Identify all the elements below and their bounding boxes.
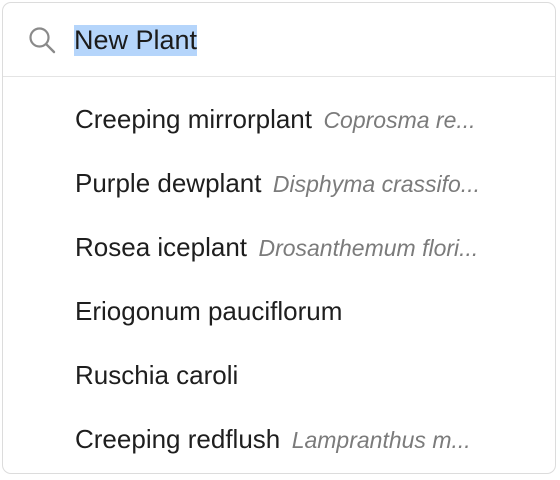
result-item[interactable]: Rosea iceplant Drosanthemum flori... (3, 215, 555, 279)
search-icon (27, 25, 57, 55)
result-item[interactable]: Creeping redflush Lampranthus m... (3, 407, 555, 471)
result-common-name: Eriogonum pauciflorum (75, 296, 343, 326)
result-common-name: Purple dewplant (75, 168, 262, 198)
search-input[interactable] (72, 20, 536, 60)
result-scientific-name: Lampranthus m... (291, 427, 471, 453)
plant-search-popover: Creeping mirrorplant Coprosma re... Purp… (2, 2, 556, 474)
result-item[interactable]: Creeping mirrorplant Coprosma re... (3, 87, 555, 151)
result-item[interactable]: Eriogonum pauciflorum (3, 279, 555, 343)
result-common-name: Ruschia caroli (75, 360, 239, 390)
result-common-name: Creeping redflush (75, 424, 281, 454)
results-list: Creeping mirrorplant Coprosma re... Purp… (3, 87, 555, 471)
search-bar (3, 3, 555, 77)
result-item[interactable]: Ruschia caroli (3, 343, 555, 407)
result-common-name: Creeping mirrorplant (75, 104, 312, 134)
result-item[interactable]: Purple dewplant Disphyma crassifo... (3, 151, 555, 215)
result-scientific-name: Disphyma crassifo... (272, 171, 480, 197)
result-scientific-name: Coprosma re... (323, 107, 476, 133)
result-common-name: Rosea iceplant (75, 232, 247, 262)
result-scientific-name: Drosanthemum flori... (258, 235, 479, 261)
